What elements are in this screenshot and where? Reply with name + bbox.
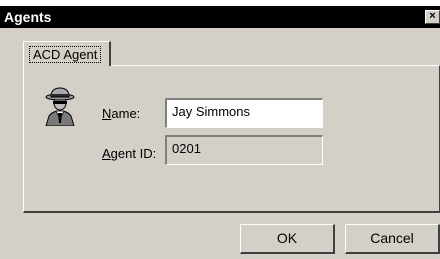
close-icon: ×: [429, 10, 436, 22]
spy-agent-icon: [45, 87, 75, 126]
ok-button[interactable]: OK: [240, 224, 335, 254]
cancel-button[interactable]: Cancel: [345, 224, 440, 254]
title-bar[interactable]: Agents ×: [0, 6, 440, 28]
agent-id-field: 0201: [165, 135, 323, 165]
close-button[interactable]: ×: [425, 10, 440, 24]
agent-id-label: Agent ID:: [102, 146, 157, 161]
tab-label: ACD Agent: [29, 46, 102, 63]
tab-acd-agent[interactable]: ACD Agent: [23, 41, 111, 66]
dialog-title: Agents: [4, 9, 52, 25]
name-label: Name:: [102, 106, 141, 121]
name-field[interactable]: Jay Simmons: [165, 98, 323, 128]
